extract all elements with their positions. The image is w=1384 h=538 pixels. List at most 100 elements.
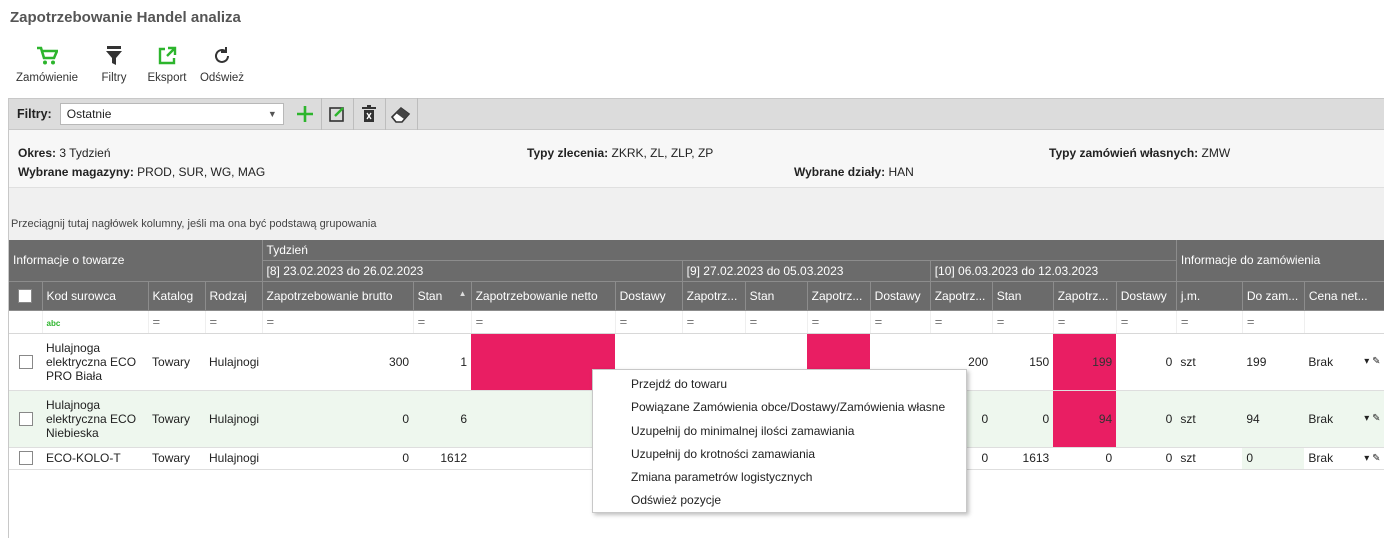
filter-cell-katalog[interactable]: = xyxy=(148,310,206,334)
menu-item-related-orders[interactable]: Powiązane Zamówienia obce/Dostawy/Zamówi… xyxy=(593,396,966,419)
col-header-w9-zap-brutto[interactable]: Zapotrz... xyxy=(682,281,746,311)
filter-cell-dostawy[interactable]: = xyxy=(615,310,683,334)
col-header-w9-dostawy[interactable]: Dostawy xyxy=(870,281,931,311)
pencil-icon[interactable]: ✎ xyxy=(1372,413,1380,424)
filter-cell-w10-stan[interactable]: = xyxy=(992,310,1054,334)
export-button[interactable]: Eksport xyxy=(144,42,190,90)
filter-cell-rodzaj[interactable]: = xyxy=(205,310,263,334)
filter-bar: Filtry: Ostatnie ▼ xyxy=(9,98,1384,130)
price-dropdown[interactable]: ▾ ✎ xyxy=(1364,453,1380,464)
delete-filter-button[interactable] xyxy=(354,98,386,130)
col-header-stan[interactable]: Stan ▲ xyxy=(413,281,472,311)
kod-line: Hulajnoga xyxy=(46,397,101,412)
departments-value: HAN xyxy=(888,165,914,179)
cell-cena[interactable]: Brak ▾ ✎ xyxy=(1304,447,1384,470)
col-header-w10-zap-netto[interactable]: Zapotrz... xyxy=(1053,281,1117,311)
col-header-zap-netto[interactable]: Zapotrzebowanie netto xyxy=(471,281,616,311)
menu-item-go-to-product[interactable]: Przejdź do towaru xyxy=(593,373,966,396)
col-header-dostawy[interactable]: Dostawy xyxy=(615,281,683,311)
price-dropdown[interactable]: ▾ ✎ xyxy=(1364,413,1380,424)
cell-cena[interactable]: Brak ▾ ✎ xyxy=(1304,333,1384,391)
warehouses-key: Wybrane magazyny: xyxy=(18,165,134,179)
kod-line: Hulajnoga xyxy=(46,340,101,355)
week-header-8: [8] 23.02.2023 do 26.02.2023 xyxy=(262,260,683,282)
row-checkbox[interactable] xyxy=(18,354,33,369)
filter-cell-w10-zn[interactable]: = xyxy=(1053,310,1117,334)
refresh-button[interactable]: Odśwież xyxy=(200,42,244,90)
menu-item-fill-multiple[interactable]: Uzupełnij do krotności zamawiania xyxy=(593,443,966,466)
grouping-area[interactable]: Przeciągnij tutaj nagłówek kolumny, jeśl… xyxy=(9,188,1384,240)
col-header-w9-stan[interactable]: Stan xyxy=(745,281,808,311)
filter-cell-w9-stan[interactable]: = xyxy=(745,310,808,334)
order-types-info: Typy zlecenia: ZKRK, ZL, ZLP, ZP xyxy=(527,146,713,160)
eraser-icon xyxy=(391,106,411,123)
cell-stan: 1 xyxy=(413,333,472,391)
filter-cell-w9-zb[interactable]: = xyxy=(682,310,746,334)
page-title: Zapotrzebowanie Handel analiza xyxy=(10,9,241,26)
own-order-types-key: Typy zamówień własnych: xyxy=(1049,146,1199,160)
row-select[interactable] xyxy=(9,390,42,448)
refresh-label: Odśwież xyxy=(199,72,245,84)
col-header-do-zam[interactable]: Do zam... xyxy=(1242,281,1305,311)
cell-cena[interactable]: Brak ▾ ✎ xyxy=(1304,390,1384,448)
filter-cell-zn[interactable]: = xyxy=(471,310,616,334)
col-header-w10-stan[interactable]: Stan xyxy=(992,281,1054,311)
menu-item-fill-minimum[interactable]: Uzupełnij do minimalnej ilości zamawiani… xyxy=(593,420,966,443)
cell-rodzaj: Hulajnogi xyxy=(205,447,263,470)
filter-select[interactable]: Ostatnie ▼ xyxy=(59,103,284,125)
pencil-icon[interactable]: ✎ xyxy=(1372,356,1380,367)
select-all-checkbox[interactable] xyxy=(18,288,33,303)
filter-cell-w10-dostawy[interactable]: = xyxy=(1116,310,1177,334)
col-header-w10-zap-brutto[interactable]: Zapotrz... xyxy=(930,281,993,311)
abc-filter-icon: abc xyxy=(46,319,61,328)
col-header-jm[interactable]: j.m. xyxy=(1176,281,1243,311)
cell-do-zam[interactable]: 94 xyxy=(1242,390,1305,448)
cell-do-zam[interactable]: 0 xyxy=(1242,447,1305,470)
col-header-w9-zap-netto[interactable]: Zapotrz... xyxy=(807,281,871,311)
row-select[interactable] xyxy=(9,447,42,470)
filter-cell-kod[interactable]: abc xyxy=(42,310,149,334)
clear-filter-button[interactable] xyxy=(386,98,418,130)
filter-cell-w9-zn[interactable]: = xyxy=(807,310,871,334)
filters-button[interactable]: Filtry xyxy=(94,42,134,90)
chevron-down-icon: ▼ xyxy=(267,109,277,119)
filter-cell-jm[interactable]: = xyxy=(1176,310,1243,334)
cell-katalog: Towary xyxy=(148,447,206,470)
cell-do-zam[interactable]: 199 xyxy=(1242,333,1305,391)
col-header-rodzaj[interactable]: Rodzaj xyxy=(205,281,263,311)
col-header-katalog[interactable]: Katalog xyxy=(148,281,206,311)
price-dropdown[interactable]: ▾ ✎ xyxy=(1364,356,1380,367)
kod-line: elektryczna ECO xyxy=(46,354,137,369)
cell-w10-zn: 94 xyxy=(1053,390,1117,448)
cell-w10-dostawy: 0 xyxy=(1116,333,1177,391)
cell-zb: 0 xyxy=(262,447,414,470)
col-header-w10-dostawy[interactable]: Dostawy xyxy=(1116,281,1177,311)
filter-selected-value: Ostatnie xyxy=(66,107,112,121)
col-header-zap-brutto[interactable]: Zapotrzebowanie brutto xyxy=(262,281,414,311)
period-info: Okres: 3 Tydzień xyxy=(18,146,111,160)
menu-item-logistics-params[interactable]: Zmiana parametrów logistycznych xyxy=(593,466,966,489)
filter-cell-w10-zb[interactable]: = xyxy=(930,310,993,334)
col-header-cena[interactable]: Cena net... xyxy=(1304,281,1384,311)
pencil-icon[interactable]: ✎ xyxy=(1372,453,1380,464)
col-header-kod[interactable]: Kod surowca xyxy=(42,281,149,311)
filter-cell-cena[interactable] xyxy=(1304,310,1384,334)
filter-cell-zb[interactable]: = xyxy=(262,310,414,334)
select-all-header[interactable] xyxy=(9,281,43,311)
main-toolbar: Zamówienie Filtry Eksport Odśwież xyxy=(10,42,254,90)
edit-filter-button[interactable] xyxy=(322,98,354,130)
cell-w10-stan: 1613 xyxy=(992,447,1054,470)
cell-kod: ECO-KOLO-T xyxy=(42,447,149,470)
row-select[interactable] xyxy=(9,333,42,391)
add-filter-button[interactable] xyxy=(290,98,322,130)
row-checkbox[interactable] xyxy=(18,411,33,426)
filter-cell-stan[interactable]: = xyxy=(413,310,472,334)
week-header-10: [10] 06.03.2023 do 12.03.2023 xyxy=(930,260,1177,282)
filter-cell-do-zam[interactable]: = xyxy=(1242,310,1305,334)
cell-w10-zn: 0 xyxy=(1053,447,1117,470)
cell-w10-zn: 199 xyxy=(1053,333,1117,391)
filter-cell-w9-dostawy[interactable]: = xyxy=(870,310,931,334)
menu-item-refresh-rows[interactable]: Odśwież pozycje xyxy=(593,489,966,512)
row-checkbox[interactable] xyxy=(18,451,33,466)
order-button[interactable]: Zamówienie xyxy=(10,42,84,90)
